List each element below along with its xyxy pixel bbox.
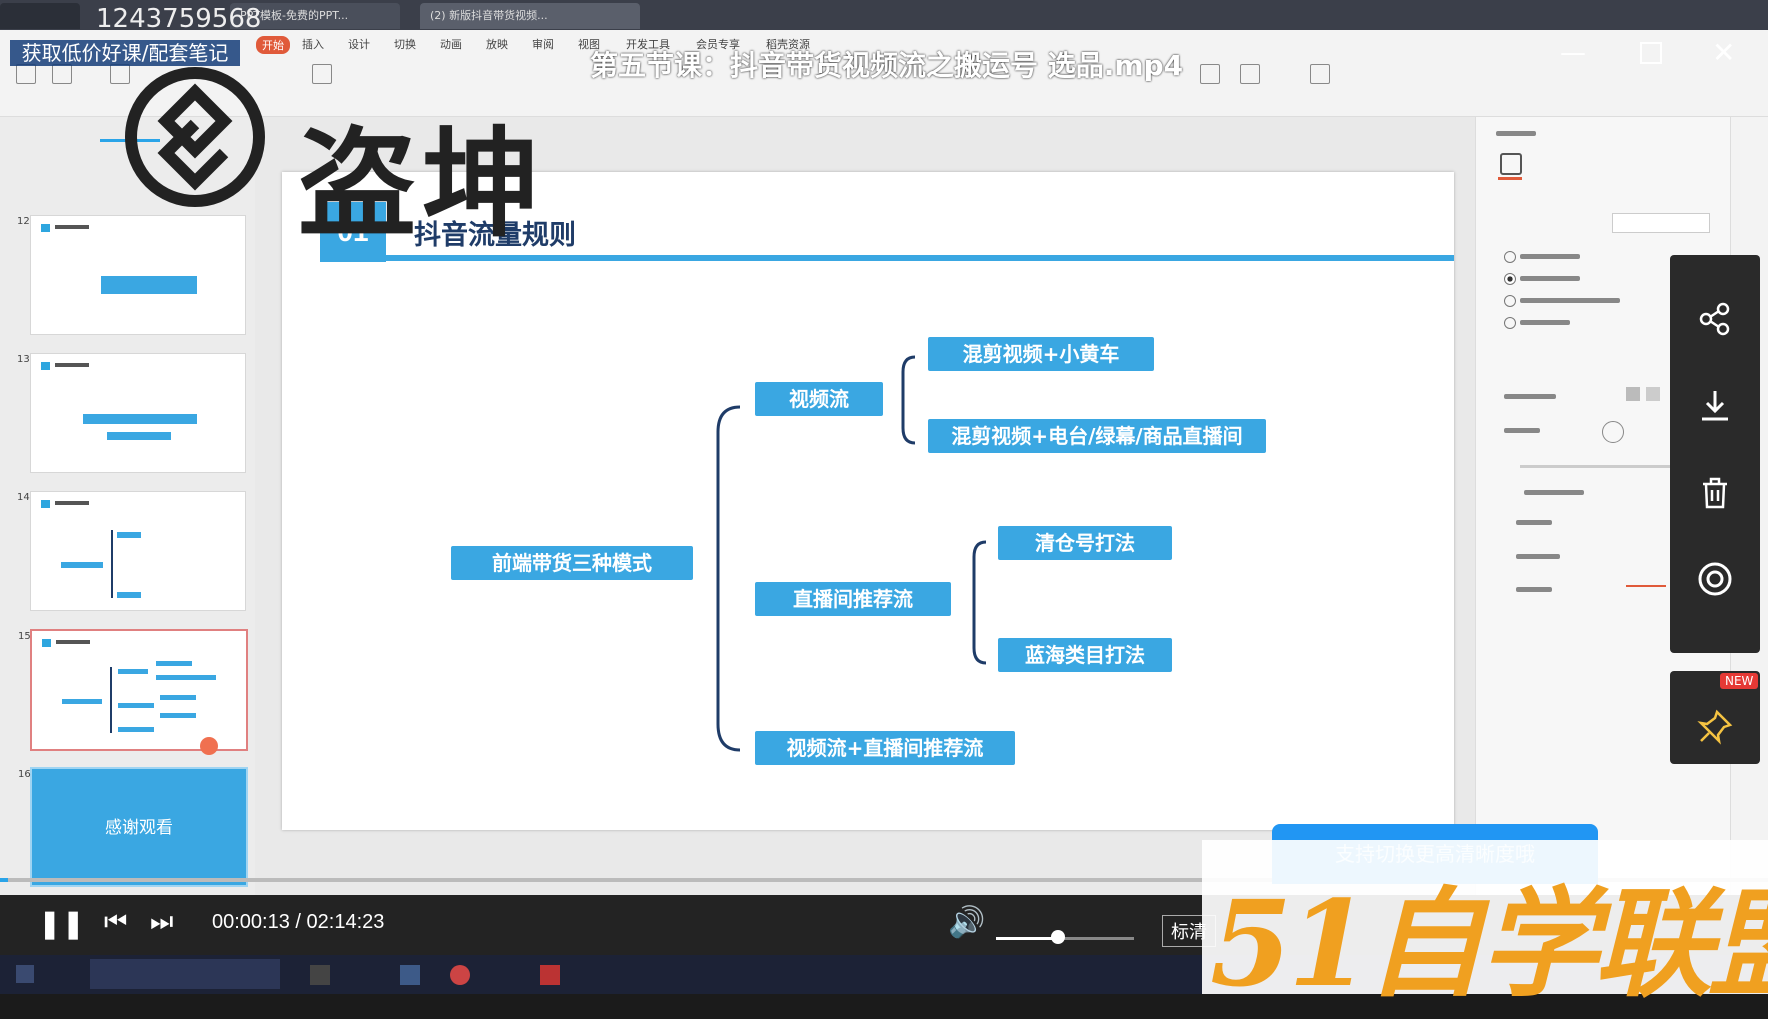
fill-icon[interactable]	[1500, 153, 1522, 175]
volume-fill	[996, 937, 1059, 940]
floating-toolbar	[1670, 255, 1760, 653]
mindmap-root-node: 前端带货三种模式	[451, 546, 693, 580]
fill-dropdown[interactable]	[1612, 213, 1710, 233]
close-icon[interactable]: ✕	[1712, 36, 1735, 69]
previous-icon[interactable]: ⏮	[104, 907, 127, 938]
texture-swatch[interactable]	[1626, 387, 1640, 401]
minimize-icon[interactable]: —	[1560, 38, 1586, 68]
taskbar-icon[interactable]	[540, 965, 560, 985]
mindmap-node-video-flow: 视频流	[755, 382, 883, 416]
corner-watermark-text: 51自学联盟	[1210, 874, 1768, 1013]
start-icon[interactable]	[16, 965, 34, 983]
option-label	[1520, 254, 1580, 259]
volume-icon[interactable]: 🔊	[948, 905, 985, 940]
volume-knob[interactable]	[1051, 930, 1066, 944]
daokun-logo-icon	[125, 67, 265, 207]
property-label	[1516, 554, 1560, 559]
radio-picture-fill[interactable]	[1504, 317, 1516, 329]
share-icon[interactable]	[1697, 301, 1733, 337]
mindmap-node-combo-flow: 视频流+直播间推荐流	[755, 731, 1015, 765]
radio-gradient-fill[interactable]	[1504, 295, 1516, 307]
pause-icon[interactable]: ❚❚	[38, 907, 85, 940]
property-label	[1516, 520, 1552, 525]
radio-no-fill[interactable]	[1504, 251, 1516, 263]
daokun-logo-text: 盗坤	[298, 115, 547, 253]
maximize-icon[interactable]	[1640, 42, 1662, 64]
property-label	[1504, 428, 1540, 433]
radio-solid-fill[interactable]	[1504, 273, 1516, 285]
property-label	[1504, 394, 1556, 399]
pin-panel: NEW	[1670, 671, 1760, 764]
video-title: 第五节课：抖音带货视频流之搬运号 选品.mp4	[590, 49, 1184, 82]
promo-watermark: 获取低价好课/配套笔记	[10, 40, 240, 66]
texture-swatch[interactable]	[1646, 387, 1660, 401]
qq-watermark: 1243759568	[96, 4, 262, 34]
gradient-slider[interactable]	[1520, 465, 1680, 468]
mindmap-leaf-node: 蓝海类目打法	[998, 638, 1172, 672]
transparency-slider[interactable]	[1626, 585, 1666, 587]
property-label	[1516, 587, 1552, 592]
mindmap-leaf-node: 混剪视频+电台/绿幕/商品直播间	[928, 419, 1266, 453]
time-display: 00:00:13 / 02:14:23	[212, 911, 385, 933]
pin-icon[interactable]	[1697, 709, 1733, 745]
mindmap-node-live-flow: 直播间推荐流	[755, 582, 951, 616]
video-flow-bracket	[901, 355, 916, 445]
property-label	[1524, 490, 1584, 495]
video-progress-fill	[0, 878, 8, 882]
record-icon[interactable]	[1697, 561, 1733, 597]
taskbar-app[interactable]	[90, 959, 280, 989]
trash-icon[interactable]	[1697, 475, 1733, 511]
live-flow-bracket	[972, 540, 987, 665]
mindmap-leaf-node: 混剪视频+小黄车	[928, 337, 1154, 371]
option-label	[1520, 320, 1570, 325]
taskbar-icon[interactable]	[310, 965, 330, 985]
angle-dial[interactable]	[1602, 421, 1624, 443]
new-badge: NEW	[1720, 673, 1759, 689]
mindmap-leaf-node: 清仓号打法	[998, 526, 1172, 560]
download-icon[interactable]	[1697, 387, 1733, 423]
panel-title	[1496, 131, 1536, 136]
fill-tab-indicator	[1498, 177, 1522, 180]
option-label	[1520, 298, 1620, 303]
option-label	[1520, 276, 1580, 281]
taskbar-icon[interactable]	[450, 965, 470, 985]
root-bracket	[716, 405, 741, 752]
taskbar-icon[interactable]	[400, 965, 420, 985]
next-icon[interactable]: ⏭	[150, 907, 173, 938]
